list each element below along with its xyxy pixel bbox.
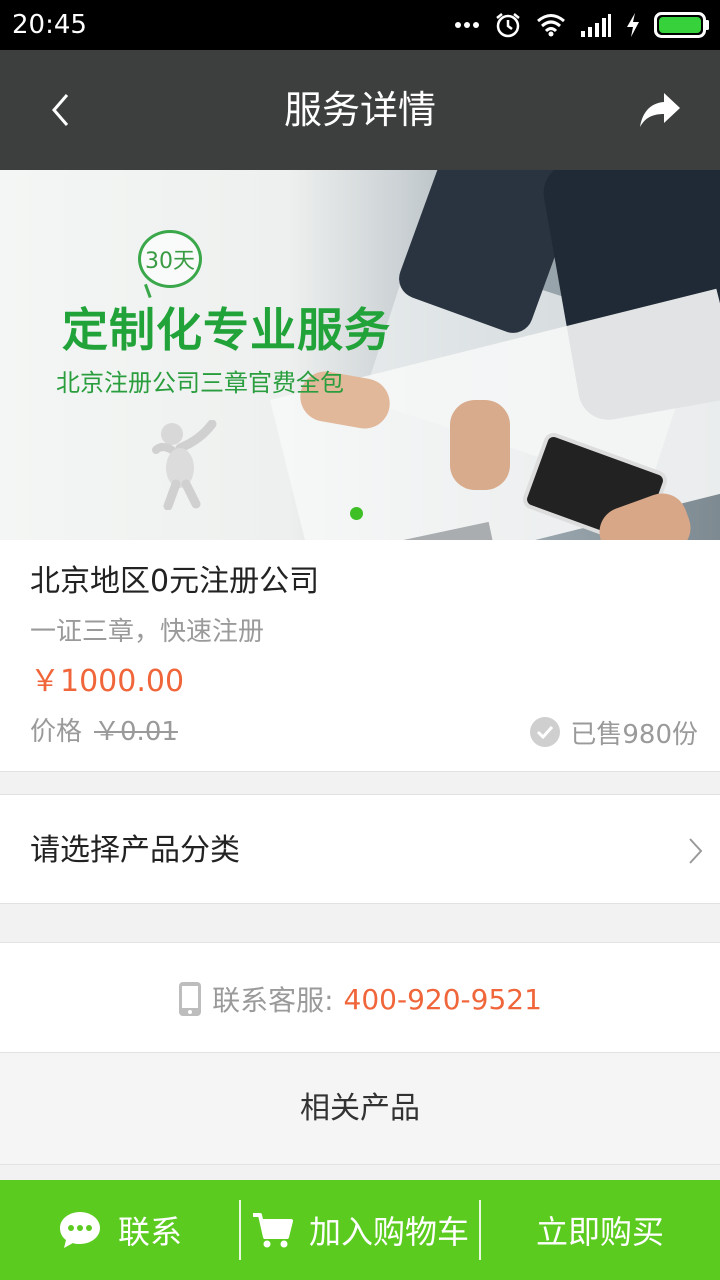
signal-icon — [580, 10, 612, 40]
status-bar: 20:45 — [0, 0, 720, 50]
original-price-row: 价格 ￥0.01 — [30, 714, 178, 750]
chat-bubble-icon — [59, 1212, 100, 1248]
share-button[interactable] — [630, 80, 690, 140]
share-arrow-icon — [640, 93, 680, 127]
buy-now-button[interactable]: 立即购买 — [480, 1180, 720, 1280]
product-description: 一证三章，快速注册 — [30, 617, 265, 647]
carousel-indicator-dot[interactable] — [350, 507, 363, 520]
product-info-card: 北京地区0元注册公司 一证三章，快速注册 ￥1000.00 价格 ￥0.01 已… — [0, 540, 720, 772]
add-to-cart-button[interactable]: 加入购物车 — [240, 1180, 480, 1280]
add-to-cart-label: 加入购物车 — [308, 1213, 469, 1251]
service-detail-page: 20:45 服务详情 30天 定制化专业服务 北京注册公司三章官费全包 北京地区… — [0, 0, 720, 1280]
charging-icon — [626, 10, 640, 40]
sold-count-text: 已售980份 — [570, 719, 698, 750]
bottom-action-bar: 联系 加入购物车 立即购买 — [0, 1180, 720, 1280]
shopping-cart-icon — [252, 1213, 293, 1248]
original-price: ￥0.01 — [94, 717, 178, 747]
wifi-icon — [536, 10, 566, 40]
category-selector-label: 请选择产品分类 — [30, 833, 240, 868]
check-circle-icon — [530, 717, 561, 747]
customer-service-row[interactable]: 联系客服: 400-920-9521 — [0, 942, 720, 1053]
buy-now-label: 立即购买 — [535, 1213, 664, 1251]
chevron-left-icon — [52, 94, 69, 126]
jumping-figure-icon — [152, 420, 217, 510]
page-title: 服务详情 — [283, 88, 436, 132]
original-price-label: 价格 — [30, 717, 83, 747]
more-dots-icon — [454, 10, 480, 40]
action-divider — [479, 1200, 481, 1260]
status-time: 20:45 — [12, 10, 87, 40]
contact-button-label: 联系 — [117, 1213, 182, 1251]
alarm-icon — [494, 10, 522, 40]
customer-service-content: 联系客服: 400-920-9521 — [0, 979, 720, 1019]
status-icons — [454, 10, 710, 40]
battery-icon — [654, 10, 710, 40]
sold-count: 已售980份 — [530, 714, 698, 750]
promo-banner[interactable]: 30天 定制化专业服务 北京注册公司三章官费全包 — [0, 170, 720, 540]
banner-subline: 北京注册公司三章官费全包 — [56, 369, 344, 397]
contact-button[interactable]: 联系 — [0, 1180, 240, 1280]
product-name: 北京地区0元注册公司 — [30, 564, 320, 599]
customer-service-label: 联系客服: — [212, 984, 334, 1017]
banner-badge: 30天 — [138, 230, 202, 288]
category-selector-row[interactable]: 请选择产品分类 — [0, 794, 720, 904]
chevron-right-icon — [680, 833, 710, 869]
product-price: ￥1000.00 — [30, 664, 185, 699]
mobile-phone-icon — [179, 982, 202, 1016]
customer-service-phone[interactable]: 400-920-9521 — [344, 983, 542, 1016]
related-products-header: 相关产品 — [0, 1053, 720, 1165]
top-navbar: 服务详情 — [0, 50, 720, 170]
banner-headline: 定制化专业服务 — [62, 303, 391, 357]
related-products-title: 相关产品 — [300, 1091, 420, 1126]
action-divider — [239, 1200, 241, 1260]
banner-photo-hand — [450, 400, 510, 490]
back-button[interactable] — [30, 80, 90, 140]
